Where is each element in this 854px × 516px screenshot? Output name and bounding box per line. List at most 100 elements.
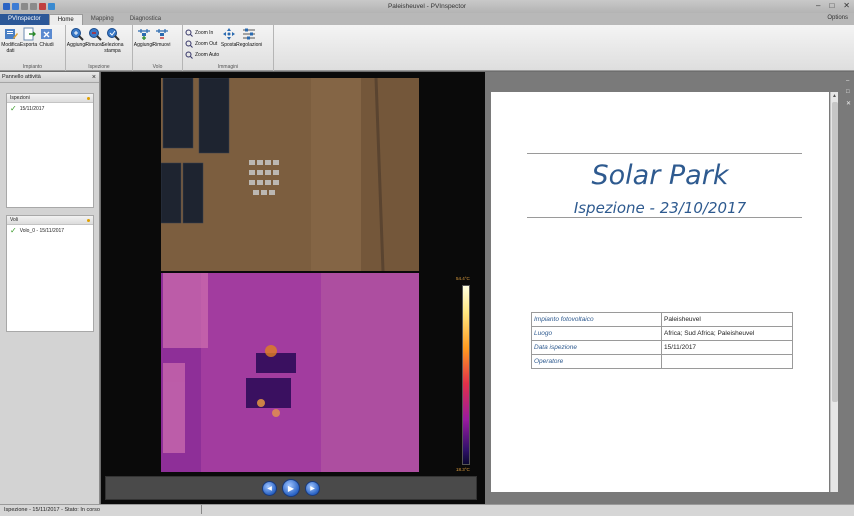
zoom-auto-button[interactable]: Zoom Auto <box>185 50 219 59</box>
image-navigation-bar: ◀ ▶ ▶ <box>105 476 477 500</box>
close-icon[interactable]: ✕ <box>843 2 850 10</box>
maximize-icon[interactable]: □ <box>829 2 834 10</box>
esporta-button[interactable]: Esporta <box>20 27 37 49</box>
image-viewer: 54.4°C 18.3°C ◀ ▶ ▶ <box>101 72 485 504</box>
add-inspection-icon <box>70 27 84 41</box>
ribbon-group-impianto: Modifica dati Esporta Chiudi Impianto <box>0 25 66 71</box>
play-icon: ▶ <box>287 483 295 493</box>
ribbon-tabs: PVInspector Home Mapping Diagnostica Opt… <box>0 13 854 25</box>
report-subtitle: Ispezione - 23/10/2017 <box>573 199 747 217</box>
sposta-button[interactable]: Sposta <box>220 27 237 49</box>
regolazioni-button[interactable]: Regolazioni <box>236 27 262 49</box>
flights-box: Voli ✓ Volo_0 - 15/11/2017 <box>6 215 94 332</box>
group-label-ispezione: Ispezione <box>88 64 110 70</box>
seleziona-stampa-button[interactable]: Seleziona stampa <box>102 27 123 54</box>
rimuovi-volo-button[interactable]: Rimuovi <box>152 27 171 49</box>
window-title: Paleisheuvel - PVInspector <box>387 3 467 10</box>
tab-home[interactable]: Home <box>48 14 83 25</box>
aggiungi-ispezione-button[interactable]: Aggiungi <box>67 27 86 49</box>
zoom-out-button[interactable]: Zoom Out <box>185 39 219 48</box>
zoom-auto-icon <box>185 51 193 59</box>
select-print-icon <box>106 27 120 41</box>
title-bar: Paleisheuvel - PVInspector – □ ✕ <box>0 0 854 13</box>
remove-inspection-icon <box>88 27 102 41</box>
report-window-controls: – □ ✕ <box>846 78 851 107</box>
rimuovi-ispezione-button[interactable]: Rimuovi <box>85 27 104 49</box>
panel-close-icon[interactable]: × <box>92 72 96 83</box>
tab-diagnostica[interactable]: Diagnostica <box>122 14 169 25</box>
check-icon: ✓ <box>10 226 17 235</box>
status-text: Ispezione - 15/11/2017 - Stato: In corso <box>4 507 100 513</box>
table-row: Impianto fotovoltaico Paleisheuvel <box>531 312 793 327</box>
zoom-out-icon <box>185 40 193 48</box>
help-icon[interactable] <box>48 3 55 10</box>
scroll-up-icon[interactable]: ▲ <box>831 92 838 100</box>
close-plant-icon <box>40 27 54 41</box>
adjustments-icon <box>242 27 256 41</box>
chiudi-button[interactable]: Chiudi <box>38 27 55 49</box>
temperature-scale-bar <box>462 285 470 465</box>
activity-panel: Pannello attività × Ispezioni ✓ 15/11/20… <box>0 72 100 504</box>
chevron-right-icon: ▶ <box>310 485 315 492</box>
zoom-in-icon <box>185 29 193 37</box>
group-label-impianto: Impianto <box>22 64 43 70</box>
inspections-box: Ispezioni ✓ 15/11/2017 <box>6 93 94 208</box>
group-label-immagini: Immagini <box>217 64 239 70</box>
flight-item[interactable]: ✓ Volo_0 - 15/11/2017 <box>7 225 93 236</box>
quick-access-toolbar <box>0 3 55 10</box>
ribbon-group-ispezione: Aggiungi Rimuovi Seleziona stampa Ispezi… <box>66 25 133 71</box>
modifica-dati-button[interactable]: Modifica dati <box>1 27 20 54</box>
scrollbar-thumb[interactable] <box>832 102 838 402</box>
report-page: Solar Park Ispezione - 23/10/2017 Impian… <box>491 92 829 492</box>
check-icon: ✓ <box>10 104 17 113</box>
tab-app-menu[interactable]: PVInspector <box>0 14 49 25</box>
title-rule-top <box>527 153 802 154</box>
add-flight-icon <box>137 27 151 41</box>
table-row: Operatore <box>531 354 793 369</box>
ribbon-group-volo: Aggiungi Rimuovi Volo <box>133 25 183 71</box>
play-button[interactable]: ▶ <box>282 479 300 497</box>
report-info-table: Impianto fotovoltaico Paleisheuvel Luogo A… <box>531 312 793 369</box>
aggiungi-volo-button[interactable]: Aggiungi <box>134 27 153 49</box>
status-bar: Ispezione - 15/11/2017 - Stato: In corso <box>0 504 854 516</box>
export-icon <box>22 27 36 41</box>
inspections-header: Ispezioni <box>7 94 93 103</box>
table-row: Luogo Africa; Sud Africa; Paleisheuvel <box>531 326 793 341</box>
ribbon-group-immagini: Zoom In Zoom Out Zoom Auto Sposta Regola… <box>183 25 274 71</box>
previous-image-button[interactable]: ◀ <box>262 480 277 496</box>
minimize-icon[interactable]: – <box>816 2 820 10</box>
pin-icon[interactable] <box>87 219 90 222</box>
rgb-aerial-image[interactable] <box>161 78 419 271</box>
undo-icon[interactable] <box>21 3 28 10</box>
inspection-item[interactable]: ✓ 15/11/2017 <box>7 103 93 114</box>
report-preview: Solar Park Ispezione - 23/10/2017 Impian… <box>485 72 854 504</box>
next-image-button[interactable]: ▶ <box>305 480 320 496</box>
zoom-in-button[interactable]: Zoom In <box>185 28 219 37</box>
temperature-max-label: 54.4°C <box>456 276 470 281</box>
group-label-volo: Volo <box>152 64 163 70</box>
window-controls: – □ ✕ <box>816 2 850 10</box>
save-icon[interactable] <box>12 3 19 10</box>
close-icon[interactable]: ✕ <box>846 100 851 107</box>
table-row: Data ispezione 15/11/2017 <box>531 340 793 355</box>
activity-panel-title: Pannello attività × <box>0 72 99 83</box>
move-icon <box>222 27 236 41</box>
flights-header: Voli <box>7 216 93 225</box>
title-rule-bottom <box>527 217 802 218</box>
minimize-icon[interactable]: – <box>846 78 851 84</box>
print-icon[interactable] <box>39 3 46 10</box>
tab-mapping[interactable]: Mapping <box>83 14 122 25</box>
redo-icon[interactable] <box>30 3 37 10</box>
pin-icon[interactable] <box>87 97 90 100</box>
restore-icon[interactable]: □ <box>846 89 851 95</box>
options-link[interactable]: Options <box>827 15 848 21</box>
thermal-image[interactable] <box>161 273 419 472</box>
rgb-aerial-scene <box>161 78 419 271</box>
report-scrollbar[interactable]: ▲ <box>830 92 838 492</box>
status-separator <box>201 505 203 515</box>
temperature-min-label: 18.3°C <box>456 467 470 472</box>
ribbon: Modifica dati Esporta Chiudi Impianto Ag… <box>0 25 854 71</box>
app-icon[interactable] <box>3 3 10 10</box>
remove-flight-icon <box>155 27 169 41</box>
report-title: Solar Park <box>591 160 729 191</box>
